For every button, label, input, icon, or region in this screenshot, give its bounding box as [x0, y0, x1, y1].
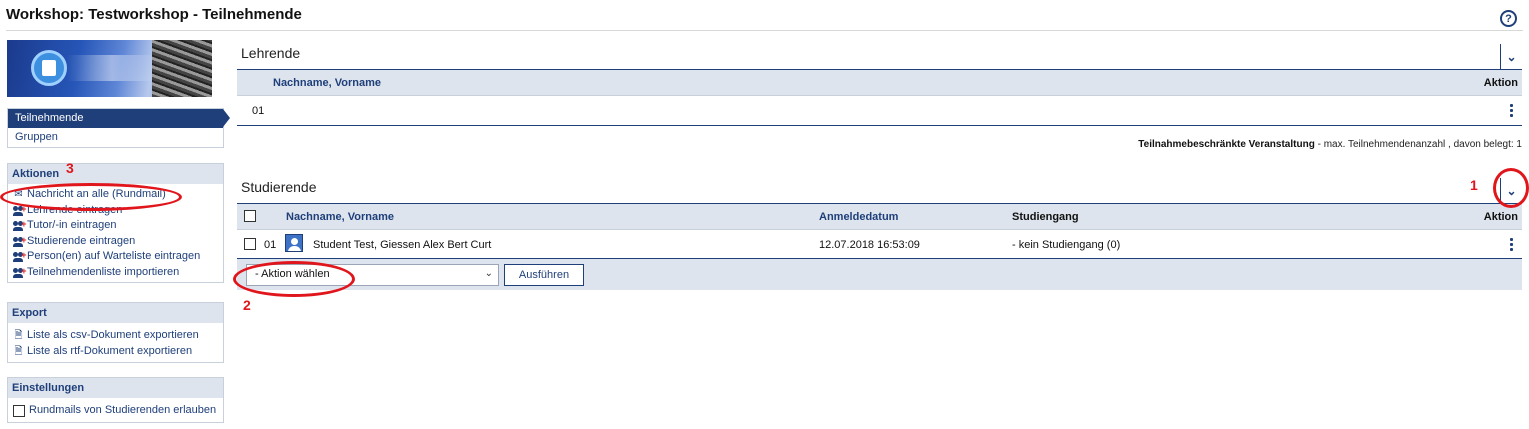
annotation-number-1: 1: [1470, 177, 1478, 193]
column-header[interactable]: Anmeldedatum: [819, 211, 898, 223]
export-box: Export 🗎 Liste als csv-Dokument exportie…: [7, 302, 224, 363]
user-avatar-icon: [285, 234, 303, 252]
column-header: Aktion: [1483, 77, 1518, 89]
action-studierende-eintragen[interactable]: + Studierende eintragen: [8, 234, 223, 250]
add-people-icon: +: [12, 250, 27, 263]
document-icon: 🗎: [14, 345, 23, 357]
column-header: Studiengang: [1012, 211, 1079, 223]
study-program: - kein Studiengang (0): [1012, 239, 1121, 251]
main-content: Lehrende ⌄ Nachname, Vorname Aktion 01 T…: [237, 40, 1522, 290]
participants-icon: [31, 50, 67, 86]
row-number: 01: [252, 105, 265, 117]
section-title: Studierende: [241, 179, 317, 195]
annotation-circle-2: [233, 261, 355, 297]
more-options-icon[interactable]: [1510, 237, 1513, 252]
page-title: Workshop: Testworkshop - Teilnehmende: [6, 6, 302, 23]
action-label[interactable]: Studierende eintragen: [27, 234, 135, 250]
document-icon: 🗎: [14, 330, 23, 341]
lehrende-section-header: Lehrende ⌄: [237, 40, 1522, 70]
annotation-circle-1: [1493, 168, 1529, 208]
chevron-down-icon: ⌄: [484, 268, 493, 279]
action-tutor-eintragen[interactable]: + Tutor/-in eintragen: [8, 218, 223, 234]
note-bold: Teilnahmebeschränkte Veranstaltung: [1138, 139, 1315, 150]
annotation-number-3: 3: [66, 160, 74, 176]
sidebar-item-label: Teilnehmende: [15, 112, 84, 124]
sidebar: Teilnehmende Gruppen Aktionen ✉ Nachrich…: [7, 40, 230, 423]
row-number: 01: [264, 239, 277, 251]
action-warteliste-eintragen[interactable]: + Person(en) auf Warteliste eintragen: [8, 249, 223, 265]
column-header: Aktion: [1483, 211, 1518, 223]
column-header[interactable]: Nachname, Vorname: [273, 77, 381, 89]
section-title: Lehrende: [241, 45, 301, 61]
export-label[interactable]: Liste als csv-Dokument exportieren: [27, 328, 199, 344]
sidebar-item-label[interactable]: Gruppen: [15, 131, 58, 143]
note-text: - max. Teilnehmendenanzahl , davon beleg…: [1314, 139, 1522, 150]
help-icon[interactable]: ?: [1500, 10, 1517, 27]
annotation-number-2: 2: [243, 297, 251, 313]
sidebar-item-gruppen[interactable]: Gruppen: [8, 128, 223, 147]
setting-label[interactable]: Rundmails von Studierenden erlauben: [29, 403, 216, 419]
annotation-circle-3: [0, 183, 182, 211]
bulk-action-bar: - Aktion wählen ⌄ Ausführen: [237, 259, 1522, 290]
lehrende-table-header: Nachname, Vorname Aktion: [237, 70, 1522, 96]
registration-date: 12.07.2018 16:53:09: [819, 239, 920, 251]
execute-button[interactable]: Ausführen: [504, 264, 584, 286]
setting-rundmails-erlauben[interactable]: Rundmails von Studierenden erlauben: [8, 403, 223, 419]
action-liste-importieren[interactable]: + Teilnehmendenliste importieren: [8, 265, 223, 281]
sidebar-nav: Teilnehmende Gruppen: [7, 108, 230, 148]
table-row: 01: [237, 96, 1522, 126]
export-csv[interactable]: 🗎 Liste als csv-Dokument exportieren: [8, 328, 223, 344]
add-people-icon: +: [12, 219, 27, 232]
aktionen-heading: Aktionen: [8, 164, 223, 184]
export-label[interactable]: Liste als rtf-Dokument exportieren: [27, 344, 192, 360]
more-options-icon[interactable]: [1510, 103, 1513, 118]
action-label[interactable]: Person(en) auf Warteliste eintragen: [27, 249, 200, 265]
einstellungen-box: Einstellungen Rundmails von Studierenden…: [7, 377, 224, 423]
column-header[interactable]: Nachname, Vorname: [286, 211, 394, 223]
add-people-icon: +: [12, 235, 27, 247]
row-checkbox[interactable]: [244, 238, 256, 250]
action-label[interactable]: Teilnehmendenliste importieren: [27, 265, 179, 281]
sidebar-item-teilnehmende[interactable]: Teilnehmende: [8, 109, 230, 128]
collapse-icon[interactable]: ⌄: [1500, 44, 1522, 70]
studierende-table-header: Nachname, Vorname Anmeldedatum Studienga…: [237, 204, 1522, 230]
action-label[interactable]: Tutor/-in eintragen: [27, 218, 116, 234]
audience-photo: [152, 40, 212, 97]
table-row: 01 Student Test, Giessen Alex Bert Curt …: [237, 230, 1522, 259]
student-name-link[interactable]: Student Test, Giessen Alex Bert Curt: [313, 239, 491, 251]
checkbox-icon[interactable]: [12, 404, 25, 417]
participation-note: Teilnahmebeschränkte Veranstaltung - max…: [1138, 139, 1522, 150]
export-heading: Export: [8, 303, 223, 323]
einstellungen-heading: Einstellungen: [8, 378, 223, 398]
aktionen-box: Aktionen ✉ Nachricht an alle (Rundmail) …: [7, 163, 224, 283]
studierende-section-header: Studierende ⌄: [237, 174, 1522, 204]
title-divider: [6, 30, 1523, 31]
export-rtf[interactable]: 🗎 Liste als rtf-Dokument exportieren: [8, 344, 223, 360]
course-banner-image: [7, 40, 212, 97]
add-people-icon: +: [12, 266, 27, 278]
select-all-checkbox[interactable]: [244, 210, 256, 222]
